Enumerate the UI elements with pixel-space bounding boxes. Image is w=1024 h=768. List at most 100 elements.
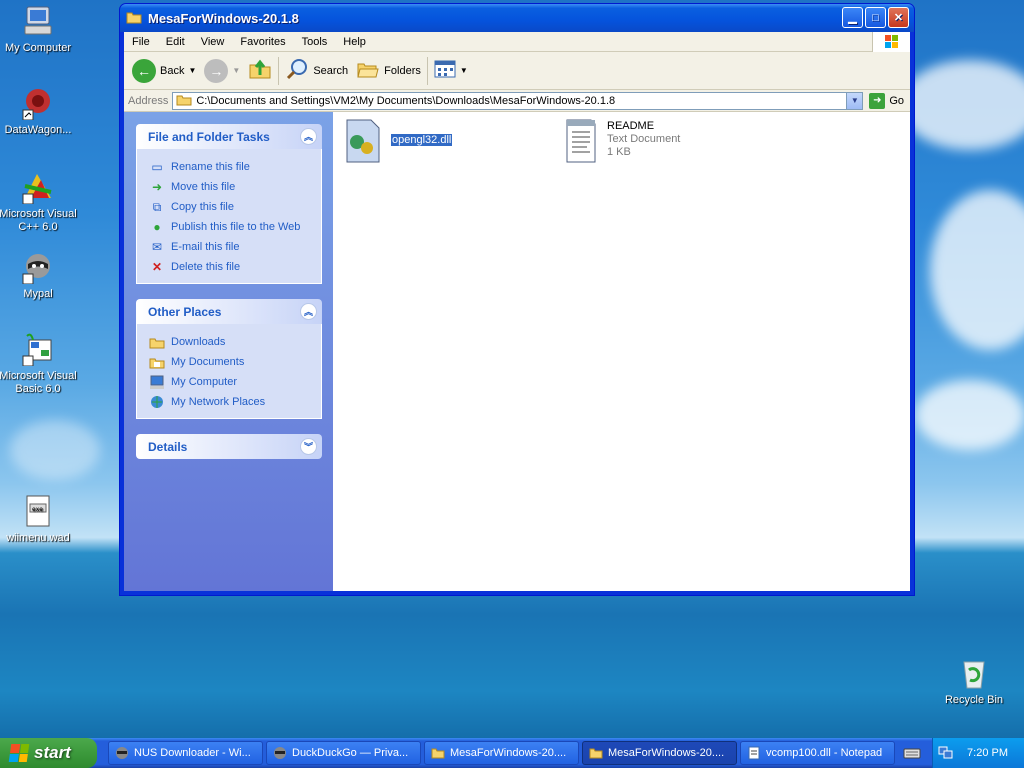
search-icon <box>285 57 309 84</box>
move-icon: ➜ <box>151 180 163 194</box>
search-button[interactable]: Search <box>281 56 352 86</box>
menu-tools[interactable]: Tools <box>294 36 336 48</box>
address-bar: Address C:\Documents and Settings\VM2\My… <box>124 90 910 112</box>
desktop-icon-label: wiimenu.wad <box>6 532 70 544</box>
task-label: Publish this file to the Web <box>171 221 301 233</box>
place-my-documents[interactable]: My Documents <box>149 352 313 372</box>
system-tray: 7:20 PM <box>932 738 1024 768</box>
file-item-readme[interactable]: README Text Document 1 KB <box>563 118 680 167</box>
file-name: opengl32.dll <box>391 134 453 146</box>
menu-edit[interactable]: Edit <box>158 36 193 48</box>
forward-button[interactable]: → ▼ <box>200 56 244 86</box>
taskbar-button-duckduckgo[interactable]: DuckDuckGo — Priva... <box>266 741 421 765</box>
desktop-icon-wiimenu[interactable]: exe wiimenu.wad <box>0 494 78 545</box>
folders-icon <box>356 58 380 83</box>
task-delete[interactable]: ✕ Delete this file <box>149 257 313 277</box>
address-input[interactable]: C:\Documents and Settings\VM2\My Documen… <box>172 91 864 110</box>
task-rename[interactable]: ▭ Rename this file <box>149 157 313 177</box>
back-button[interactable]: ← Back ▼ <box>128 56 200 86</box>
task-email[interactable]: ✉ E-mail this file <box>149 237 313 257</box>
taskbar: start NUS Downloader - Wi... DuckDuckGo … <box>0 738 1024 768</box>
go-button[interactable]: ➜ Go <box>863 92 910 109</box>
address-dropdown-button[interactable]: ▼ <box>846 92 863 109</box>
task-label: MesaForWindows-20.... <box>450 747 567 759</box>
task-label: E-mail this file <box>171 241 240 253</box>
task-publish[interactable]: ● Publish this file to the Web <box>149 217 313 237</box>
desktop-icon-label: Microsoft Visual C++ 6.0 <box>0 208 77 233</box>
place-downloads[interactable]: Downloads <box>149 332 313 352</box>
my-documents-icon <box>149 354 165 370</box>
place-network[interactable]: My Network Places <box>149 392 313 412</box>
minimize-button[interactable]: ▁ <box>842 7 863 28</box>
place-label: My Documents <box>171 356 245 368</box>
file-size: 1 KB <box>607 146 631 158</box>
copy-icon: ⧉ <box>152 199 162 214</box>
taskbar-button-notepad[interactable]: vcomp100.dll - Notepad <box>740 741 895 765</box>
desktop-icon-mypal[interactable]: Mypal <box>0 250 78 301</box>
collapse-icon[interactable]: ︽ <box>300 128 317 145</box>
desktop-icon-datawagon[interactable]: DataWagon... <box>0 86 78 137</box>
file-type: Text Document <box>607 133 681 145</box>
chevron-down-icon[interactable]: ▼ <box>232 66 240 75</box>
folders-button[interactable]: Folders <box>352 56 425 86</box>
toolbar: ← Back ▼ → ▼ Search Folders ▼ <box>124 52 910 90</box>
menu-favorites[interactable]: Favorites <box>232 36 293 48</box>
task-move[interactable]: ➜ Move this file <box>149 177 313 197</box>
start-label: start <box>34 743 71 762</box>
maximize-button[interactable]: □ <box>865 7 886 28</box>
file-folder-tasks-header[interactable]: File and Folder Tasks ︽ <box>136 124 322 149</box>
taskbar-button-mesa-2[interactable]: MesaForWindows-20.... <box>582 741 737 765</box>
task-copy[interactable]: ⧉ Copy this file <box>149 197 313 217</box>
views-icon <box>434 60 456 81</box>
details-panel: Details ︾ <box>136 434 322 459</box>
desktop-icon-my-computer[interactable]: My Computer <box>0 4 78 55</box>
collapse-icon[interactable]: ︽ <box>300 303 317 320</box>
rename-icon: ▭ <box>151 160 163 174</box>
title-bar[interactable]: MesaForWindows-20.1.8 ▁ □ ✕ <box>120 4 914 32</box>
desktop-icon-visual-cpp[interactable]: Microsoft Visual C++ 6.0 <box>0 170 78 234</box>
place-my-computer[interactable]: My Computer <box>149 372 313 392</box>
menu-help[interactable]: Help <box>335 36 374 48</box>
close-button[interactable]: ✕ <box>888 7 909 28</box>
panel-title: Details <box>148 439 188 454</box>
task-label: DuckDuckGo — Priva... <box>292 747 409 759</box>
folder-icon <box>431 746 445 760</box>
chevron-down-icon: ▼ <box>850 96 859 105</box>
desktop-icon-label: Recycle Bin <box>944 694 1004 706</box>
chevron-down-icon[interactable]: ▼ <box>188 66 196 75</box>
up-folder-button[interactable] <box>244 56 276 86</box>
toolbar-separator <box>426 56 428 85</box>
keyboard-icon[interactable] <box>903 746 921 760</box>
datawagon-icon <box>21 86 55 121</box>
desktop-icon-recycle-bin[interactable]: Recycle Bin <box>934 656 1014 707</box>
chevron-down-icon: ▼ <box>459 66 468 75</box>
network-tray-icon[interactable] <box>937 744 953 763</box>
address-label: Address <box>128 94 169 107</box>
folder-icon <box>176 93 192 109</box>
start-button[interactable]: start <box>0 738 97 768</box>
close-icon: ✕ <box>893 12 904 24</box>
text-document-icon <box>563 118 599 167</box>
address-path: C:\Documents and Settings\VM2\My Documen… <box>196 94 616 107</box>
clock[interactable]: 7:20 PM <box>967 747 1008 759</box>
menu-view[interactable]: View <box>193 36 233 48</box>
wad-file-icon: exe <box>21 494 55 528</box>
taskbar-button-nus-downloader[interactable]: NUS Downloader - Wi... <box>108 741 263 765</box>
task-label: NUS Downloader - Wi... <box>134 747 251 759</box>
desktop-icon-visual-basic[interactable]: Microsoft Visual Basic 6.0 <box>0 332 78 396</box>
network-places-icon <box>149 394 165 410</box>
views-button[interactable]: ▼ <box>430 56 472 86</box>
search-label: Search <box>313 64 349 77</box>
file-folder-tasks-panel: File and Folder Tasks ︽ ▭ Rename this fil… <box>136 124 322 284</box>
dll-file-icon <box>343 118 383 167</box>
file-item-opengl32[interactable]: opengl32.dll <box>343 118 453 167</box>
folder-icon <box>126 10 142 27</box>
my-computer-icon <box>21 4 55 38</box>
menu-file[interactable]: File <box>124 36 158 48</box>
folders-label: Folders <box>384 64 421 77</box>
other-places-header[interactable]: Other Places ︽ <box>136 299 322 324</box>
details-header[interactable]: Details ︾ <box>136 434 322 459</box>
expand-icon[interactable]: ︾ <box>300 438 317 455</box>
taskbar-button-mesa-1[interactable]: MesaForWindows-20.... <box>424 741 579 765</box>
place-label: My Network Places <box>171 396 266 408</box>
